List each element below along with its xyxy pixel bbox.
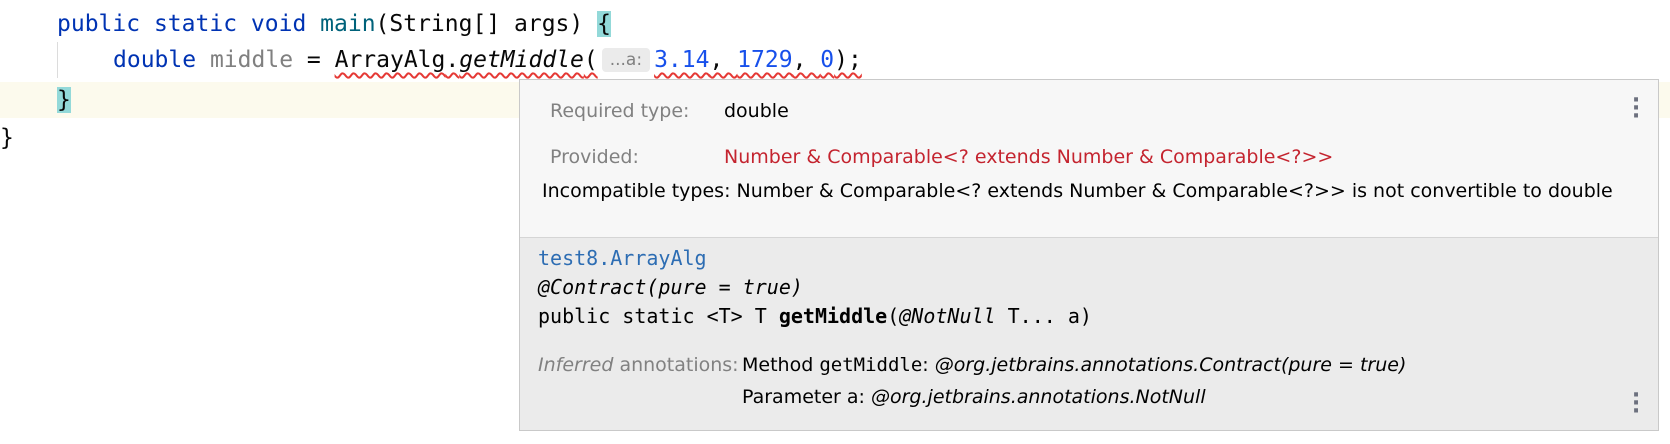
method-call-getmiddle: getMiddle <box>459 47 584 73</box>
provided-value: Number & Comparable<? extends Number & C… <box>724 146 1334 168</box>
kebab-menu-icon[interactable]: · · · <box>1631 90 1641 128</box>
documentation-section: test8.ArrayAlg @Contract(pure = true) pu… <box>520 237 1658 341</box>
contract-annotation-value: @org.jetbrains.annotations.Contract(pure… <box>934 354 1407 376</box>
method-prefix: Method <box>742 354 820 376</box>
inferred-label: Inferred <box>538 354 614 376</box>
paren-open: ( <box>583 47 598 73</box>
error-expression[interactable]: ArrayAlg.getMiddle(...a: 3.14, 1729, 0); <box>335 47 862 73</box>
signature-paren: ( <box>887 304 900 328</box>
class-link[interactable]: test8.ArrayAlg <box>538 246 707 270</box>
method-name-main: main <box>320 11 376 37</box>
required-type-value: double <box>724 100 789 122</box>
arg-0: 0 <box>820 47 835 73</box>
kebab-menu-icon[interactable]: · · · <box>1631 385 1641 423</box>
arg-3-14: 3.14 <box>654 47 710 73</box>
keyword-public: public <box>57 11 141 37</box>
error-message: Incompatible types: Number & Comparable<… <box>542 180 1613 202</box>
notnull-annotation-value: @org.jetbrains.annotations.NotNull <box>871 386 1206 408</box>
contract-annotation: @Contract(pure = true) <box>538 275 803 299</box>
dot: . <box>445 47 460 73</box>
method-name: getMiddle <box>819 354 923 376</box>
type-double: double <box>113 47 197 73</box>
signature-notnull: @NotNull <box>899 304 996 328</box>
annotations-label: annotations: <box>613 354 739 376</box>
signature-rest: T... a) <box>995 304 1092 328</box>
class-close-brace: } <box>0 125 14 151</box>
error-tooltip-popup[interactable]: · · · Required type: double Provided: Numb… <box>519 79 1659 431</box>
code-line-1[interactable]: public static void main(String[] args) { <box>0 6 1670 42</box>
parameter-inlay-hint[interactable]: ...a: <box>601 48 651 72</box>
keyword-void: void <box>250 11 307 37</box>
inferred-annotations-section: Inferred annotations: Method getMiddle: … <box>520 340 1658 430</box>
method-annotation-line: Method getMiddle: @org.jetbrains.annotat… <box>742 354 1406 376</box>
code-line-2[interactable]: double middle = ArrayAlg.getMiddle(...a:… <box>0 42 1670 78</box>
keyword-static: static <box>153 11 238 37</box>
comma: , <box>709 47 738 73</box>
inferred-annotations-label: Inferred annotations: <box>538 354 739 376</box>
class-name-arrayalg: ArrayAlg <box>334 47 446 73</box>
close-brace-highlight: } <box>57 87 71 113</box>
comma: , <box>792 47 821 73</box>
parameter-prefix: Parameter <box>742 386 847 408</box>
arg-1729: 1729 <box>737 47 793 73</box>
variable-middle: middle <box>209 47 294 73</box>
signature-method-name: getMiddle <box>778 304 888 328</box>
open-brace-highlight: { <box>597 11 611 37</box>
signature-prefix: public static <T> T <box>538 304 779 328</box>
method-params: (String[] args) <box>375 11 598 37</box>
colon: : <box>922 354 935 376</box>
method-signature: public static <T> T getMiddle(@NotNull T… <box>538 304 1092 328</box>
provided-label: Provided: <box>550 146 639 168</box>
required-type-label: Required type: <box>550 100 690 122</box>
parameter-annotation-line: Parameter a: @org.jetbrains.annotations.… <box>742 386 1206 408</box>
assign-operator: = <box>293 47 335 73</box>
statement-end: ); <box>834 47 862 73</box>
colon: : <box>858 386 871 408</box>
parameter-name: a <box>846 386 859 408</box>
